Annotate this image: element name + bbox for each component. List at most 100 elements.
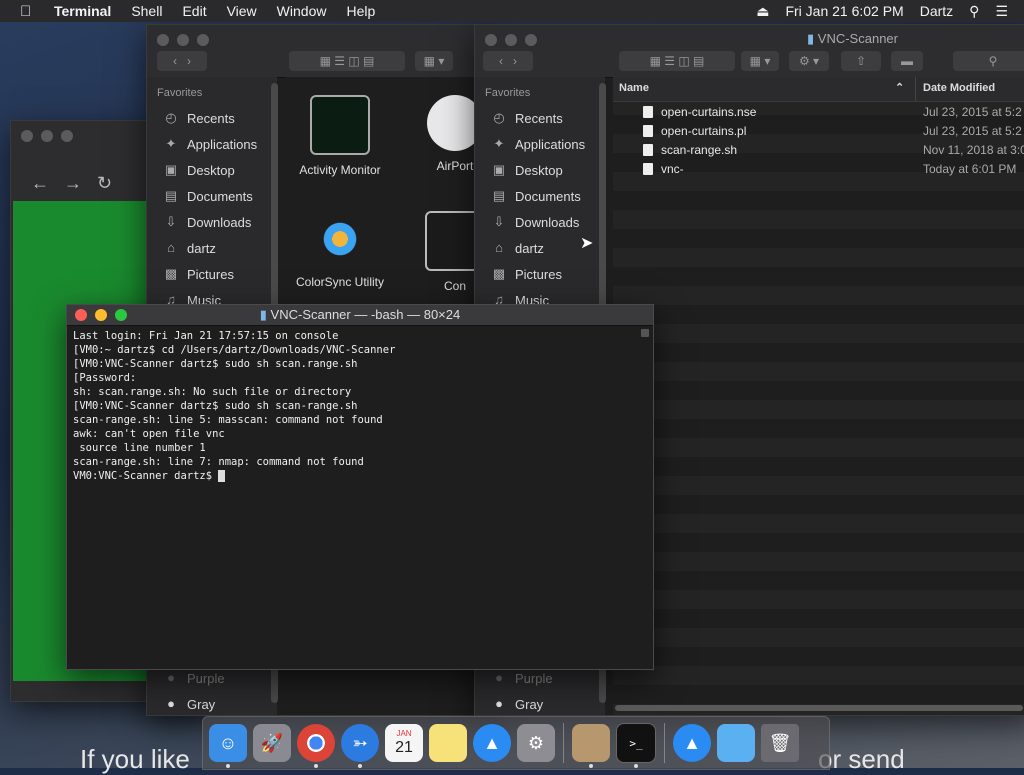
notification-center-icon[interactable]: ☰ [995, 3, 1008, 20]
safari-icon[interactable]: ➳ [341, 724, 379, 768]
document-icon [643, 162, 653, 175]
sidebar-item-applications[interactable]: ✦ Applications [147, 131, 277, 157]
sidebar-item-applications[interactable]: ✦ Applications [475, 131, 605, 157]
finder-icon[interactable]: ☺ [209, 724, 247, 768]
close-button[interactable] [157, 34, 169, 46]
zoom-button[interactable] [525, 34, 537, 46]
desktop-icon: ▣ [492, 162, 506, 177]
downloads-icon: ⇩ [165, 214, 177, 229]
menu-clock[interactable]: Fri Jan 21 6:02 PM [785, 3, 903, 19]
sidebar-item-recents[interactable]: ◴ Recents [147, 105, 277, 131]
minimize-button[interactable] [505, 34, 517, 46]
menu-window[interactable]: Window [277, 3, 327, 19]
pictures-icon: ▩ [164, 266, 178, 281]
tags-icon[interactable]: ▬ [891, 51, 923, 71]
zoom-button[interactable] [197, 34, 209, 46]
terminal-line: [Password: [73, 372, 137, 384]
reload-icon[interactable]: ↻ [97, 173, 112, 193]
window-controls [157, 34, 217, 46]
sidebar-item-documents[interactable]: ▤ Documents [475, 183, 605, 209]
sidebar-item-label: Recents [515, 110, 563, 126]
file-row[interactable]: vnc- Today at 6:01 PM [613, 159, 1024, 178]
desktop-icon: ▣ [164, 162, 178, 177]
file-name: vnc- [661, 161, 684, 176]
sidebar-item-label: Applications [187, 136, 258, 152]
column-header-name[interactable]: Name [619, 82, 649, 94]
sidebar-item-label: Pictures [515, 266, 562, 282]
action-gear-icon[interactable]: ⚙ ▾ [789, 51, 829, 71]
horizontal-scrollbar[interactable] [615, 705, 1023, 711]
menu-app-name[interactable]: Terminal [54, 3, 111, 19]
preview-icon[interactable] [572, 724, 610, 768]
calendar-icon[interactable]: JAN 21 [385, 724, 423, 762]
column-divider [915, 77, 916, 101]
downloads-folder-icon[interactable] [717, 724, 755, 762]
menu-edit[interactable]: Edit [182, 3, 206, 19]
window-title-text: VNC-Scanner [817, 31, 898, 46]
sidebar-item-pictures[interactable]: ▩ Pictures [147, 261, 277, 287]
sidebar-item-recents[interactable]: ◴ Recents [475, 105, 605, 131]
search-field[interactable]: ⚲ [953, 51, 1024, 71]
sidebar-item-desktop[interactable]: ▣ Desktop [475, 157, 605, 183]
back-forward-buttons[interactable]: ‹ › [483, 51, 533, 71]
eject-icon[interactable]: ⏏ [756, 3, 769, 20]
sidebar-item-desktop[interactable]: ▣ Desktop [147, 157, 277, 183]
terminal-icon[interactable]: >_ [616, 723, 656, 768]
sidebar-item-label: Downloads [187, 214, 252, 230]
app-colorsync-utility[interactable]: ColorSync Utility [285, 211, 395, 289]
terminal-window[interactable]: ▮ VNC-Scanner — -bash — 80×24 Last login… [66, 304, 654, 670]
spotlight-search-icon[interactable]: ⚲ [969, 3, 979, 20]
chrome-icon[interactable] [297, 724, 335, 768]
menu-shell[interactable]: Shell [131, 3, 162, 19]
sidebar-item-downloads[interactable]: ⇩ Downloads [147, 209, 277, 235]
sidebar-item-home[interactable]: ⌂ dartz [147, 235, 277, 261]
sidebar-item-label: Purple [515, 670, 553, 686]
view-mode-buttons[interactable]: ▦ ☰ ◫ ▤ [619, 51, 735, 71]
terminal-scroll-indicator[interactable] [641, 329, 649, 337]
notes-icon[interactable] [429, 724, 467, 762]
calendar-month: JAN [396, 729, 412, 738]
app-store-icon[interactable]: ▲ [473, 724, 511, 762]
file-name: open-curtains.nse [661, 104, 757, 119]
column-header-date[interactable]: Date Modified [923, 82, 995, 94]
app-store-folder-icon[interactable]: ▲ [673, 724, 711, 762]
file-date: Today at 6:01 PM [923, 161, 1017, 176]
file-row[interactable]: open-curtains.pl Jul 23, 2015 at 5:2 [613, 121, 1024, 140]
menu-view[interactable]: View [227, 3, 257, 19]
terminal-line: scan-range.sh: line 5: masscan: command … [73, 414, 383, 426]
window-title: ▮ VNC-Scanner [807, 31, 898, 47]
app-activity-monitor[interactable]: Activity Monitor [285, 95, 395, 177]
back-arrow-icon[interactable]: ← [31, 173, 49, 193]
terminal-output[interactable]: Last login: Fri Jan 21 17:57:15 on conso… [67, 326, 653, 486]
menu-help[interactable]: Help [346, 3, 375, 19]
view-mode-buttons[interactable]: ▦ ☰ ◫ ▤ [289, 51, 405, 71]
close-button[interactable] [21, 130, 33, 142]
share-icon[interactable]: ⇧ [841, 51, 881, 71]
apple-menu-icon[interactable]:  [20, 3, 40, 20]
sidebar-item-pictures[interactable]: ▩ Pictures [475, 261, 605, 287]
sidebar-item-downloads[interactable]: ⇩ Downloads [475, 209, 605, 235]
back-forward-buttons[interactable]: ‹ › [157, 51, 207, 71]
documents-icon: ▤ [492, 188, 506, 203]
close-button[interactable] [485, 34, 497, 46]
sidebar-item-label: Desktop [515, 162, 563, 178]
menu-user[interactable]: Dartz [920, 3, 953, 19]
file-row[interactable]: scan-range.sh Nov 11, 2018 at 3:0 [613, 140, 1024, 159]
sidebar-tag-gray[interactable]: ● Gray [475, 691, 543, 715]
minimize-button[interactable] [177, 34, 189, 46]
group-button[interactable]: ▦ ▾ [741, 51, 779, 71]
system-preferences-icon[interactable]: ⚙ [517, 724, 555, 762]
trash-icon[interactable]: 🗑 [761, 724, 799, 762]
launchpad-icon[interactable]: 🚀 [253, 724, 291, 762]
zoom-button[interactable] [61, 130, 73, 142]
dock: ☺ 🚀 ➳ JAN 21 ▲ ⚙ >_ ▲ 🗑 [202, 716, 830, 770]
forward-arrow-icon[interactable]: → [64, 173, 82, 193]
sidebar-tag-gray[interactable]: ● Gray [147, 691, 215, 715]
sidebar-item-label: Documents [515, 188, 581, 204]
minimize-button[interactable] [41, 130, 53, 142]
terminal-prompt: VM0:VNC-Scanner dartz$ [73, 470, 219, 482]
group-button[interactable]: ▦ ▾ [415, 51, 453, 71]
terminal-line: Last login: Fri Jan 21 17:57:15 on conso… [73, 330, 339, 342]
file-row[interactable]: open-curtains.nse Jul 23, 2015 at 5:2 [613, 102, 1024, 121]
sidebar-item-documents[interactable]: ▤ Documents [147, 183, 277, 209]
